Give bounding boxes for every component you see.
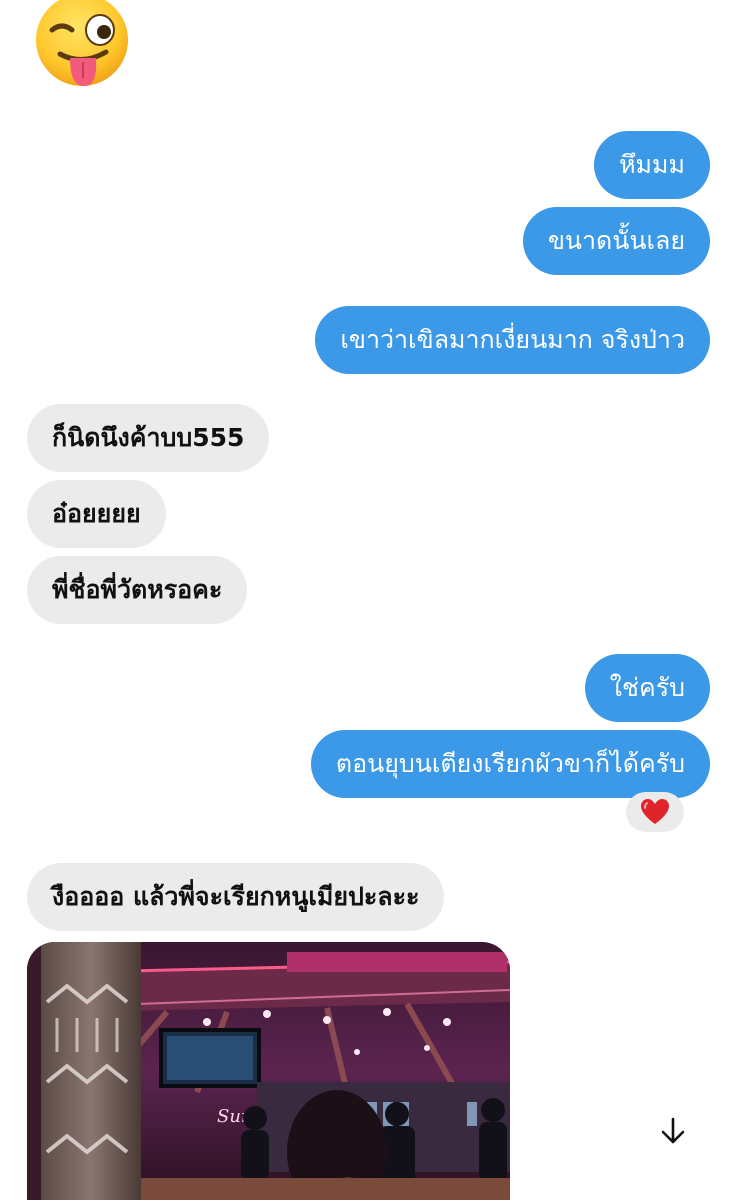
- message-bubble-incoming[interactable]: อ๋อยยยย: [27, 480, 166, 548]
- scroll-to-bottom-button[interactable]: [654, 1112, 692, 1150]
- message-bubble-outgoing[interactable]: ใช่ครับ: [584, 654, 710, 722]
- message-bubble-outgoing[interactable]: ตอนยุบนเตียงเรียกผัวขาก็ได้ครับ: [310, 730, 710, 798]
- message-bubble-outgoing[interactable]: ขนาดนั้นเลย: [522, 207, 710, 275]
- arrow-down-icon: [661, 1117, 685, 1144]
- shared-photo[interactable]: Surf: [27, 942, 510, 1200]
- bar-scene-photo: Surf: [27, 942, 510, 1200]
- message-bubble-outgoing[interactable]: เขาว่าเขิลมากเงี่ยนมาก จริงป่าว: [315, 306, 710, 374]
- message-bubble-incoming[interactable]: งืออออ แล้วพี่จะเรียกหนูเมียปะละะ: [27, 863, 445, 931]
- message-bubble-incoming[interactable]: ก็นิดนึงค้าบบ555: [27, 404, 270, 472]
- message-bubble-incoming[interactable]: พี่ชื่อพี่วัตหรอคะ: [27, 556, 248, 624]
- message-bubble-outgoing[interactable]: หึมมม: [594, 131, 710, 199]
- heart-icon: [641, 799, 669, 824]
- winking-face-with-tongue-icon: [36, 0, 128, 86]
- heart-reaction-badge[interactable]: [626, 792, 684, 832]
